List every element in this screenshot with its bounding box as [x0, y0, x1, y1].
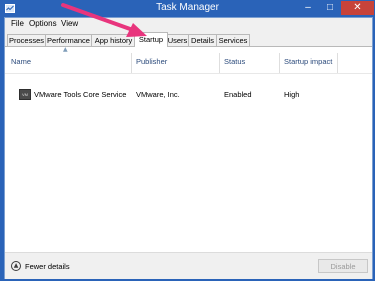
column-header-name[interactable]: Name [11, 57, 31, 66]
row-impact: High [284, 90, 300, 99]
title-bar: Task Manager – □ ✕ [1, 1, 374, 17]
startup-list: ▲ Name Publisher Status Startup impact V… [5, 46, 372, 238]
tab-users[interactable]: Users [166, 34, 189, 46]
column-header-status[interactable]: Status [224, 57, 245, 66]
column-header-impact[interactable]: Startup impact [284, 57, 332, 66]
menu-file[interactable]: File [11, 19, 24, 28]
task-manager-window: Task Manager – □ ✕ File Options View Pro… [0, 0, 375, 281]
menu-options[interactable]: Options [29, 19, 57, 28]
vmware-icon-label: VM [22, 92, 28, 97]
tab-strip: Processes Performance App history Startu… [5, 32, 372, 47]
footer-bar: ▲ Fewer details Disable [5, 252, 372, 279]
vmware-icon: VM [19, 89, 31, 100]
window-client: File Options View Processes Performance … [4, 17, 373, 279]
fewer-details-label: Fewer details [25, 261, 70, 271]
sort-up-icon[interactable]: ▲ [63, 46, 68, 53]
header-divider [5, 73, 372, 74]
row-publisher: VMware, Inc. [136, 90, 180, 99]
disable-button[interactable]: Disable [318, 259, 368, 273]
chevron-up-icon: ▲ [11, 261, 21, 271]
fewer-details-link[interactable]: ▲ Fewer details [11, 260, 70, 272]
row-status: Enabled [224, 90, 252, 99]
menu-view[interactable]: View [61, 19, 78, 28]
column-separator[interactable] [131, 53, 132, 73]
column-separator[interactable] [219, 53, 220, 73]
maximize-button[interactable]: □ [319, 1, 341, 15]
tab-startup[interactable]: Startup [134, 32, 168, 47]
minimize-button[interactable]: – [297, 1, 319, 15]
column-separator[interactable] [279, 53, 280, 73]
tab-processes[interactable]: Processes [7, 34, 46, 46]
menu-bar: File Options View [5, 18, 372, 32]
tab-details[interactable]: Details [188, 34, 217, 46]
column-separator[interactable] [337, 53, 338, 73]
tab-services[interactable]: Services [216, 34, 250, 46]
column-header-publisher[interactable]: Publisher [136, 57, 167, 66]
tab-app-history[interactable]: App history [91, 34, 136, 46]
tab-performance[interactable]: Performance [45, 34, 92, 46]
row-name: VMware Tools Core Service [34, 90, 127, 99]
close-button[interactable]: ✕ [341, 1, 374, 15]
